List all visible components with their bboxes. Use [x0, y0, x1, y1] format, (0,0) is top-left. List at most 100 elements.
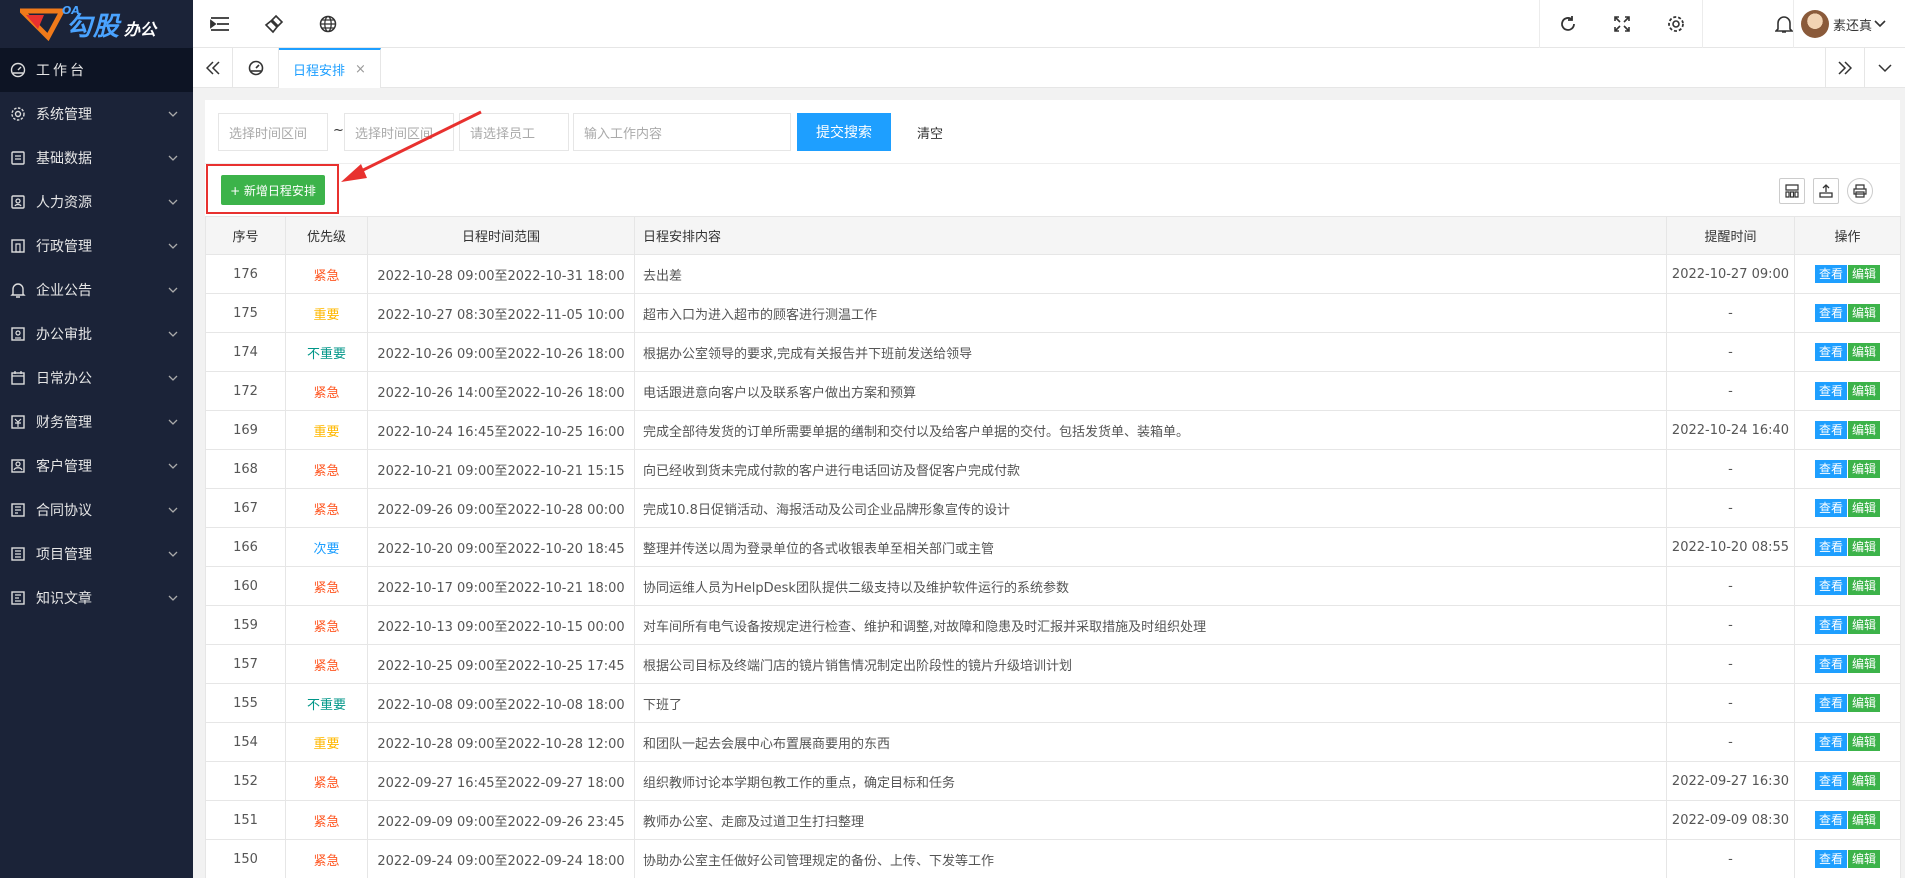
- cell-range: 2022-09-26 09:00至2022-10-28 00:00: [367, 488, 635, 528]
- clear-button[interactable]: 清空: [905, 113, 955, 151]
- user-menu[interactable]: 素还真: [1795, 0, 1905, 48]
- cell-range: 2022-10-08 09:00至2022-10-08 18:00: [367, 683, 635, 723]
- view-button[interactable]: 查看: [1814, 577, 1847, 595]
- sidebar-item-5[interactable]: 企业公告: [0, 268, 193, 312]
- view-button[interactable]: 查看: [1814, 850, 1847, 868]
- view-button[interactable]: 查看: [1814, 499, 1847, 517]
- cell-priority: 重要: [285, 293, 368, 333]
- bell-icon: [10, 283, 26, 298]
- cell-range: 2022-09-24 09:00至2022-09-24 18:00: [367, 839, 635, 878]
- add-schedule-button[interactable]: + 新增日程安排: [221, 175, 325, 205]
- cell-priority: 重要: [285, 722, 368, 762]
- fullscreen-button[interactable]: [1595, 0, 1649, 48]
- view-button[interactable]: 查看: [1814, 811, 1847, 829]
- view-button[interactable]: 查看: [1814, 538, 1847, 556]
- edit-button[interactable]: 编辑: [1848, 577, 1881, 595]
- view-button[interactable]: 查看: [1814, 616, 1847, 634]
- edit-button[interactable]: 编辑: [1848, 811, 1881, 829]
- view-button[interactable]: 查看: [1814, 655, 1847, 673]
- submit-search-button[interactable]: 提交搜索: [797, 113, 891, 151]
- tab-schedule[interactable]: 日程安排 ×: [279, 48, 381, 88]
- clean-cache-button[interactable]: [247, 0, 301, 48]
- tabs-menu-button[interactable]: [1865, 48, 1905, 88]
- logo: OA 勾股 办公: [0, 0, 193, 48]
- brand-letters: OA: [62, 4, 80, 17]
- edit-button[interactable]: 编辑: [1848, 733, 1881, 751]
- chevron-down-icon: [168, 463, 178, 469]
- edit-button[interactable]: 编辑: [1848, 460, 1881, 478]
- header-priority[interactable]: 优先级: [285, 216, 368, 255]
- header-actions: 操作: [1794, 216, 1901, 255]
- annotation-arrow: [341, 110, 482, 182]
- view-button[interactable]: 查看: [1814, 733, 1847, 751]
- table-row: 176 紧急 2022-10-28 09:00至2022-10-31 18:00 去出…: [205, 254, 1901, 294]
- menu-toggle-button[interactable]: [193, 0, 247, 48]
- view-button[interactable]: 查看: [1814, 304, 1847, 322]
- edit-button[interactable]: 编辑: [1848, 304, 1881, 322]
- edit-button[interactable]: 编辑: [1848, 265, 1881, 283]
- sidebar-item-11[interactable]: 项目管理: [0, 532, 193, 576]
- sidebar-item-0[interactable]: 工作台: [0, 48, 193, 92]
- schedule-table: 序号 优先级 日程时间范围 日程安排内容 提醒时间 操作 176 紧急 2022-1…: [205, 216, 1901, 878]
- cell-range: 2022-09-27 16:45至2022-09-27 18:00: [367, 761, 635, 801]
- cell-id: 175: [205, 293, 286, 333]
- edit-button[interactable]: 编辑: [1848, 694, 1881, 712]
- cell-actions: 查看 编辑: [1794, 371, 1901, 411]
- contract-icon: [11, 503, 25, 517]
- edit-button[interactable]: 编辑: [1848, 343, 1881, 361]
- view-button[interactable]: 查看: [1814, 772, 1847, 790]
- edit-button[interactable]: 编辑: [1848, 499, 1881, 517]
- project-icon: [11, 547, 25, 561]
- approval-icon: [11, 327, 25, 341]
- tab-home[interactable]: [233, 48, 279, 88]
- tabs-scroll-right-button[interactable]: [1825, 48, 1865, 88]
- edit-button[interactable]: 编辑: [1848, 655, 1881, 673]
- sidebar-item-2[interactable]: 基础数据: [0, 136, 193, 180]
- header-remind[interactable]: 提醒时间: [1666, 216, 1795, 255]
- header-id[interactable]: 序号: [205, 216, 286, 255]
- cell-content: 根据公司目标及终端门店的镜片销售情况制定出阶段性的镜片升级培训计划: [634, 644, 1667, 684]
- edit-button[interactable]: 编辑: [1848, 421, 1881, 439]
- refresh-button[interactable]: [1541, 0, 1595, 48]
- sidebar-item-10[interactable]: 合同协议: [0, 488, 193, 532]
- edit-button[interactable]: 编辑: [1848, 382, 1881, 400]
- settings-button[interactable]: [1649, 0, 1703, 48]
- start-date-input[interactable]: 选择时间区间: [218, 113, 328, 151]
- sidebar-item-12[interactable]: 知识文章: [0, 576, 193, 620]
- cell-remind: 2022-10-20 08:55: [1666, 527, 1795, 567]
- view-button[interactable]: 查看: [1814, 343, 1847, 361]
- header-range[interactable]: 日程时间范围: [367, 216, 635, 255]
- edit-button[interactable]: 编辑: [1848, 616, 1881, 634]
- table-row: 175 重要 2022-10-27 08:30至2022-11-05 10:00 超市…: [205, 293, 1901, 333]
- columns-filter-button[interactable]: [1779, 178, 1805, 204]
- sidebar-item-9[interactable]: 客户管理: [0, 444, 193, 488]
- print-button[interactable]: [1847, 178, 1873, 204]
- sidebar-item-1[interactable]: 系统管理: [0, 92, 193, 136]
- export-button[interactable]: [1813, 178, 1839, 204]
- sidebar-menu: 工作台 系统管理 基础数据 人力资源 行政管理 企业公告办公审批日常办公 财务管理 客户管理合…: [0, 48, 193, 620]
- sidebar-item-label: 办公审批: [36, 327, 92, 343]
- close-icon[interactable]: ×: [355, 62, 366, 77]
- view-button[interactable]: 查看: [1814, 265, 1847, 283]
- chevron-down-icon: [168, 551, 178, 557]
- view-button[interactable]: 查看: [1814, 382, 1847, 400]
- content-input[interactable]: 输入工作内容: [573, 113, 791, 151]
- cell-content: 向已经收到货未完成付款的客户进行电话回访及督促客户完成付款: [634, 449, 1667, 489]
- tabs-scroll-left-button[interactable]: [193, 48, 233, 88]
- view-button[interactable]: 查看: [1814, 421, 1847, 439]
- sidebar-item-7[interactable]: 日常办公: [0, 356, 193, 400]
- sidebar-item-6[interactable]: 办公审批: [0, 312, 193, 356]
- edit-button[interactable]: 编辑: [1848, 538, 1881, 556]
- sidebar-item-4[interactable]: 行政管理: [0, 224, 193, 268]
- view-button[interactable]: 查看: [1814, 694, 1847, 712]
- edit-button[interactable]: 编辑: [1848, 850, 1881, 868]
- sidebar-item-8[interactable]: 财务管理: [0, 400, 193, 444]
- edit-button[interactable]: 编辑: [1848, 772, 1881, 790]
- table-row: 151 紧急 2022-09-09 09:00至2022-09-26 23:45 教师…: [205, 800, 1901, 840]
- chevron-down-icon: [168, 243, 178, 249]
- double-chevron-right-icon: [1838, 61, 1852, 75]
- header-content[interactable]: 日程安排内容: [634, 216, 1667, 255]
- view-button[interactable]: 查看: [1814, 460, 1847, 478]
- sidebar-item-3[interactable]: 人力资源: [0, 180, 193, 224]
- website-button[interactable]: [301, 0, 355, 48]
